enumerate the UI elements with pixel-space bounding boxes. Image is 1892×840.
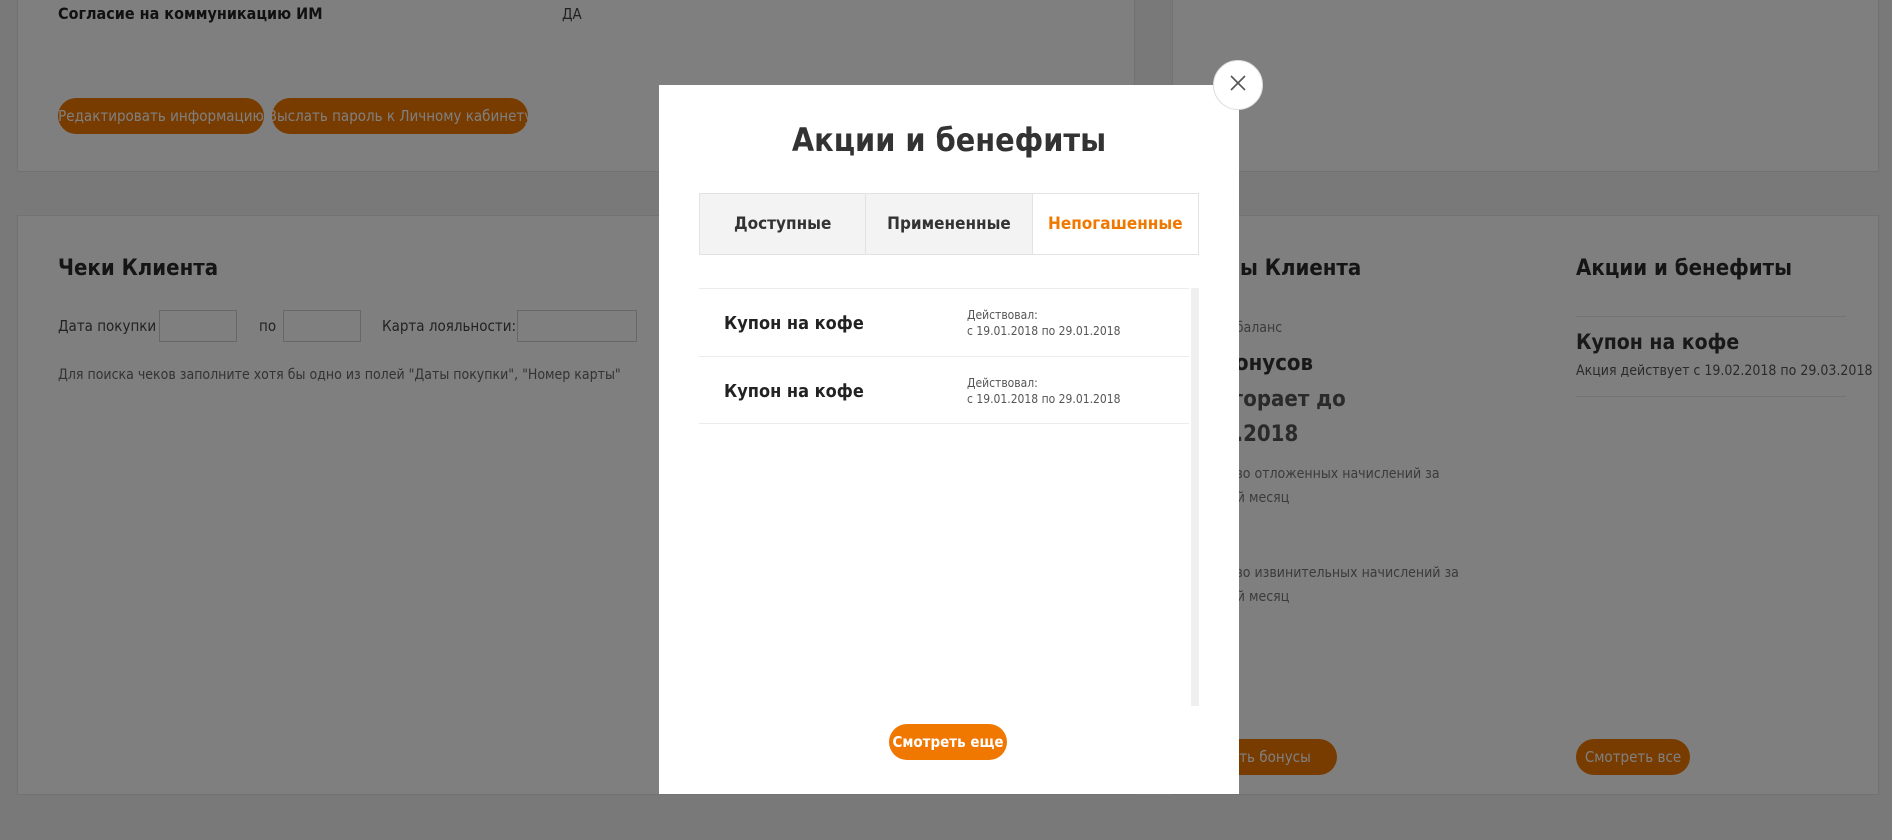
list-scrollbar[interactable] — [1191, 288, 1199, 706]
coupon-list: Купон на кофе Действовал: с 19.01.2018 п… — [699, 288, 1199, 706]
tab-available[interactable]: Доступные — [700, 194, 867, 254]
coupon-period: с 19.01.2018 по 29.01.2018 — [967, 324, 1121, 338]
list-item[interactable]: Купон на кофе Действовал: с 19.01.2018 п… — [699, 288, 1189, 356]
tab-applied[interactable]: Примененные — [866, 194, 1033, 254]
coupon-name: Купон на кофе — [724, 313, 864, 334]
modal-title: Акции и бенефиты — [791, 121, 1107, 159]
coupon-status: Действовал: — [967, 376, 1038, 390]
promos-modal: Акции и бенефиты Доступные Примененные Н… — [659, 85, 1239, 794]
tab-unredeemed[interactable]: Непогашенные — [1032, 194, 1198, 254]
list-item[interactable]: Купон на кофе Действовал: с 19.01.2018 п… — [699, 356, 1189, 424]
modal-close-button[interactable] — [1213, 60, 1263, 110]
coupon-meta: Действовал: с 19.01.2018 по 29.01.2018 — [967, 307, 1120, 339]
see-more-button[interactable]: Смотреть еще — [889, 724, 1007, 760]
coupon-status: Действовал: — [967, 308, 1038, 322]
coupon-period: с 19.01.2018 по 29.01.2018 — [967, 392, 1121, 406]
close-icon — [1229, 74, 1247, 96]
coupon-meta: Действовал: с 19.01.2018 по 29.01.2018 — [967, 375, 1120, 407]
coupon-name: Купон на кофе — [724, 381, 864, 402]
modal-tabs: Доступные Примененные Непогашенные — [699, 193, 1199, 255]
